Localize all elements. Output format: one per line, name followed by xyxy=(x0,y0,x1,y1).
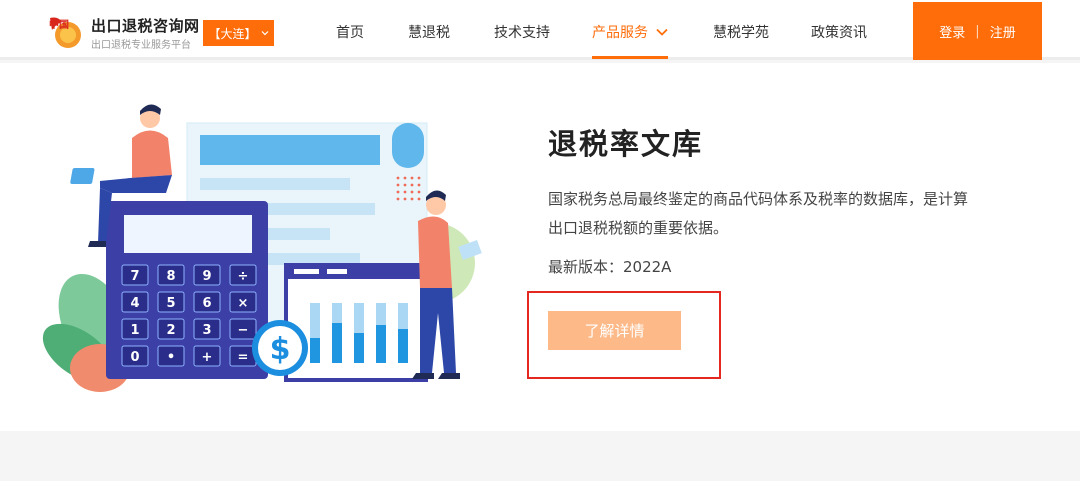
calculator-key-label: − xyxy=(238,323,249,338)
learn-more-button[interactable]: 了解详情 xyxy=(548,311,681,350)
nav-product-services-label: 产品服务 xyxy=(592,25,648,41)
product-title: 退税率文库 xyxy=(548,127,704,161)
login-link[interactable]: 登录 xyxy=(939,22,965,41)
china-tax-logo-icon[interactable]: 中国 xyxy=(46,12,84,50)
nav-hui-tuishui[interactable]: 慧退税 xyxy=(408,22,450,42)
city-selector[interactable]: 【大连】 xyxy=(203,20,274,46)
chevron-down-icon xyxy=(656,28,668,36)
chevron-down-icon xyxy=(261,31,268,36)
calculator-key-label: 6 xyxy=(202,296,211,311)
calculator-key-label: + xyxy=(202,350,213,365)
calculator-key-label: × xyxy=(238,296,249,311)
logo-text: 中国 xyxy=(49,18,69,31)
city-label: 【大连】 xyxy=(208,26,257,41)
product-version: 最新版本：2022A xyxy=(548,258,672,276)
product-section: 7 8 9 ÷ 4 5 6 × 1 2 3 − 0 • + = $ 退税率文库 国家… xyxy=(0,63,1080,431)
calculator-key-label: 7 xyxy=(130,269,139,284)
calculator-key-label: • xyxy=(167,350,175,365)
calculator-key-label: ÷ xyxy=(238,269,249,284)
calculator-key-label: 3 xyxy=(202,323,211,338)
nav-policy-news[interactable]: 政策资讯 xyxy=(811,22,867,42)
calculator-key-label: 1 xyxy=(130,323,139,338)
product-description: 国家税务总局最终鉴定的商品代码体系及税率的数据库，是计算出口退税税额的重要依据。 xyxy=(548,190,969,237)
calculator-key-label: 2 xyxy=(166,323,175,338)
active-nav-indicator xyxy=(592,56,668,59)
site-header: 中国 出口退税咨询网 出口退税专业服务平台 【大连】 首页 慧退税 技术支持 产… xyxy=(0,0,1080,60)
nav-academy[interactable]: 慧税学苑 xyxy=(713,22,769,42)
auth-separator: | xyxy=(975,23,980,39)
nav-home[interactable]: 首页 xyxy=(336,22,364,42)
dollar-coin-icon: $ xyxy=(270,332,291,367)
calculator-key-label: = xyxy=(238,350,249,365)
auth-box: 登录 | 注册 xyxy=(913,2,1042,60)
calculator-key-label: 5 xyxy=(166,296,175,311)
calculator-key-label: 0 xyxy=(130,350,139,365)
calculator-key-label: 9 xyxy=(202,269,211,284)
nav-product-services[interactable]: 产品服务 xyxy=(592,22,668,42)
calculator-key-label: 8 xyxy=(166,269,175,284)
brand-title[interactable]: 出口退税咨询网 xyxy=(91,15,200,36)
brand-subtitle: 出口退税专业服务平台 xyxy=(91,40,191,51)
calculator-key-label: 4 xyxy=(130,296,139,311)
register-link[interactable]: 注册 xyxy=(990,22,1016,41)
nav-tech-support[interactable]: 技术支持 xyxy=(494,22,550,42)
tax-rate-illustration: 7 8 9 ÷ 4 5 6 × 1 2 3 − 0 • + = $ xyxy=(42,104,482,392)
